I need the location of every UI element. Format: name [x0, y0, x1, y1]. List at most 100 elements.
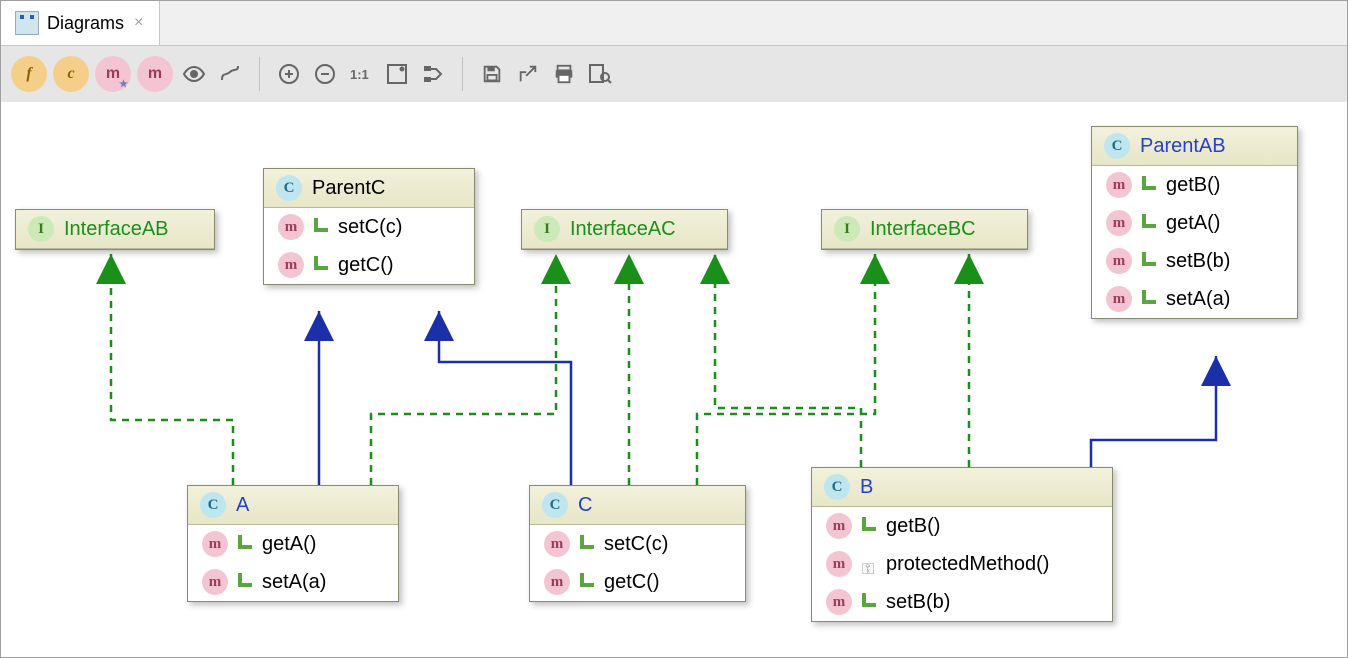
method-icon: m	[278, 252, 304, 278]
class-icon: C	[276, 175, 302, 201]
tab-label: Diagrams	[47, 13, 124, 34]
member-sig: setB(b)	[886, 591, 950, 614]
member-row: m getC()	[530, 563, 745, 601]
class-icon: C	[1104, 133, 1130, 159]
public-icon	[862, 517, 876, 531]
node-title: InterfaceBC	[870, 218, 976, 241]
member-sig: getA()	[262, 533, 316, 556]
member-row: m getA()	[1092, 204, 1297, 242]
interface-icon: I	[534, 216, 560, 242]
member-sig: setC(c)	[604, 533, 668, 556]
method-icon: m	[278, 214, 304, 240]
node-title: ParentC	[312, 177, 385, 200]
close-icon[interactable]: ×	[132, 14, 145, 32]
preview-icon[interactable]	[585, 59, 615, 89]
protected-icon	[862, 557, 876, 571]
node-title: InterfaceAC	[570, 218, 676, 241]
member-sig: getB()	[886, 515, 940, 538]
diagram-canvas[interactable]: I InterfaceAB C ParentC m setC(c) m getC() I…	[1, 102, 1347, 657]
method-icon: m	[826, 551, 852, 577]
node-title: ParentAB	[1140, 135, 1226, 158]
print-icon[interactable]	[549, 59, 579, 89]
zoom-in-icon[interactable]	[274, 59, 304, 89]
member-row: m setB(b)	[1092, 242, 1297, 280]
public-icon	[314, 256, 328, 270]
method-icon: m	[202, 531, 228, 557]
node-title: B	[860, 476, 873, 499]
edge-style-icon[interactable]	[215, 59, 245, 89]
public-icon	[1142, 176, 1156, 190]
member-sig: setB(b)	[1166, 250, 1230, 273]
svg-text:1:1: 1:1	[350, 67, 369, 82]
node-a[interactable]: CA m getA() m setA(a)	[187, 485, 399, 602]
public-icon	[1142, 214, 1156, 228]
save-icon[interactable]	[477, 59, 507, 89]
method-icon: m	[544, 569, 570, 595]
fit-content-icon[interactable]	[382, 59, 412, 89]
member-row: m protectedMethod()	[812, 545, 1112, 583]
member-row: m getA()	[188, 525, 398, 563]
node-title: InterfaceAB	[64, 218, 169, 241]
class-icon: C	[542, 492, 568, 518]
method-icon: m	[826, 589, 852, 615]
toolbar: f c m m 1:1	[1, 46, 1347, 103]
method-icon: m	[1106, 248, 1132, 274]
fields-toggle-button[interactable]: f	[11, 56, 47, 92]
public-icon	[238, 573, 252, 587]
method-icon: m	[826, 513, 852, 539]
node-interfaceac[interactable]: I InterfaceAC	[521, 209, 728, 250]
method-icon: m	[1106, 172, 1132, 198]
public-icon	[580, 535, 594, 549]
node-parentc[interactable]: C ParentC m setC(c) m getC()	[263, 168, 475, 285]
member-sig: getC()	[338, 254, 394, 277]
method-icon: m	[1106, 286, 1132, 312]
zoom-out-icon[interactable]	[310, 59, 340, 89]
class-icon: C	[200, 492, 226, 518]
export-icon[interactable]	[513, 59, 543, 89]
methods-starred-toggle-button[interactable]: m	[95, 56, 131, 92]
node-parentab[interactable]: C ParentAB m getB() m getA() m setB(b) m setA…	[1091, 126, 1298, 319]
member-row: m getB()	[1092, 166, 1297, 204]
node-title: C	[578, 494, 592, 517]
public-icon	[1142, 252, 1156, 266]
method-icon: m	[1106, 210, 1132, 236]
member-sig: getA()	[1166, 212, 1220, 235]
member-sig: getB()	[1166, 174, 1220, 197]
separator	[462, 57, 463, 91]
visibility-icon[interactable]	[179, 59, 209, 89]
member-row: m getB()	[812, 507, 1112, 545]
node-interfaceab[interactable]: I InterfaceAB	[15, 209, 215, 250]
separator	[259, 57, 260, 91]
interface-icon: I	[834, 216, 860, 242]
constructors-toggle-button[interactable]: c	[53, 56, 89, 92]
node-interfacebc[interactable]: I InterfaceBC	[821, 209, 1028, 250]
member-row: m setA(a)	[188, 563, 398, 601]
node-b[interactable]: CB m getB() m protectedMethod() m setB(b)	[811, 467, 1113, 622]
member-row: m getC()	[264, 246, 474, 284]
public-icon	[1142, 290, 1156, 304]
member-sig: protectedMethod()	[886, 553, 1049, 576]
actual-size-icon[interactable]: 1:1	[346, 59, 376, 89]
member-row: m setA(a)	[1092, 280, 1297, 318]
member-sig: setA(a)	[262, 571, 326, 594]
member-row: m setC(c)	[530, 525, 745, 563]
method-icon: m	[202, 569, 228, 595]
member-sig: getC()	[604, 571, 660, 594]
methods-toggle-button[interactable]: m	[137, 56, 173, 92]
node-title: A	[236, 494, 249, 517]
public-icon	[314, 218, 328, 232]
method-icon: m	[544, 531, 570, 557]
node-c[interactable]: CC m setC(c) m getC()	[529, 485, 746, 602]
diagram-icon	[15, 11, 39, 35]
tab-bar: Diagrams ×	[1, 1, 1347, 46]
member-sig: setA(a)	[1166, 288, 1230, 311]
tab-diagrams[interactable]: Diagrams ×	[1, 1, 160, 45]
public-icon	[862, 593, 876, 607]
member-sig: setC(c)	[338, 216, 402, 239]
layout-icon[interactable]	[418, 59, 448, 89]
public-icon	[580, 573, 594, 587]
member-row: m setC(c)	[264, 208, 474, 246]
interface-icon: I	[28, 216, 54, 242]
public-icon	[238, 535, 252, 549]
class-icon: C	[824, 474, 850, 500]
